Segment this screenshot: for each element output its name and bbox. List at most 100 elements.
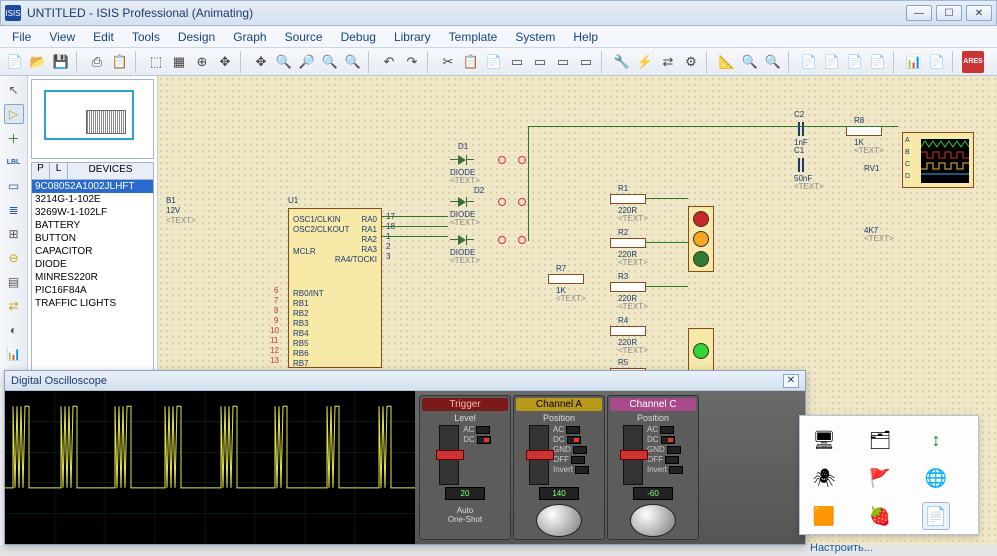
r7-res[interactable] bbox=[548, 274, 584, 284]
chc-ac-switch[interactable] bbox=[660, 426, 674, 434]
r1-res[interactable] bbox=[610, 194, 646, 204]
help2-icon[interactable]: 📄 bbox=[926, 51, 948, 73]
block-move-icon[interactable]: ▭ bbox=[529, 51, 551, 73]
bom-icon[interactable]: 📄 bbox=[798, 51, 820, 73]
switch-node[interactable] bbox=[518, 198, 526, 206]
tape-tool-icon[interactable]: ◐ bbox=[4, 320, 24, 340]
menu-tools[interactable]: Tools bbox=[124, 28, 168, 46]
d3-diode[interactable] bbox=[450, 234, 474, 246]
package-icon[interactable]: ⇄ bbox=[657, 51, 679, 73]
palette-icon-flag[interactable]: 🚩 bbox=[866, 464, 894, 492]
device-item[interactable]: BATTERY bbox=[32, 219, 153, 232]
make-icon[interactable]: ⚡ bbox=[634, 51, 656, 73]
undo-icon[interactable]: ↶ bbox=[378, 51, 400, 73]
decompose-icon[interactable]: ⚙ bbox=[680, 51, 702, 73]
zoom-area-icon[interactable]: 🔍 bbox=[342, 51, 364, 73]
configure-link[interactable]: Настроить... bbox=[800, 540, 978, 556]
ares-icon[interactable]: 📄 bbox=[867, 51, 889, 73]
terminal-tool-icon[interactable]: ⊖ bbox=[4, 248, 24, 268]
minimize-button[interactable]: — bbox=[906, 5, 932, 21]
menu-design[interactable]: Design bbox=[170, 28, 223, 46]
switch-node[interactable] bbox=[498, 156, 506, 164]
block-rotate-icon[interactable]: ▭ bbox=[552, 51, 574, 73]
cut-icon[interactable]: ✂ bbox=[437, 51, 459, 73]
save-file-icon[interactable]: 💾 bbox=[50, 51, 72, 73]
trigger-dc-switch[interactable] bbox=[477, 436, 491, 444]
device-item[interactable]: 3269W-1-102LF bbox=[32, 206, 153, 219]
cha-invert-switch[interactable] bbox=[575, 466, 589, 474]
palette-icon-berry[interactable]: 🍓 bbox=[866, 502, 894, 530]
generator-tool-icon[interactable]: 📊 bbox=[4, 344, 24, 364]
print-icon[interactable]: ⎙ bbox=[86, 51, 108, 73]
palette-icon-doc[interactable]: 📄 bbox=[922, 502, 950, 530]
scope-display[interactable] bbox=[5, 391, 415, 544]
menu-template[interactable]: Template bbox=[441, 28, 506, 46]
switch-node[interactable] bbox=[498, 198, 506, 206]
redo-icon[interactable]: ↷ bbox=[401, 51, 423, 73]
trigger-level-slider[interactable] bbox=[439, 425, 459, 485]
pick-icon[interactable]: 🔧 bbox=[611, 51, 633, 73]
bus-tool-icon[interactable]: ≣ bbox=[4, 200, 24, 220]
u1-chip[interactable]: OSC1/CLKIN OSC2/CLKOUT MCLR RA0 RA1 RA2 … bbox=[288, 208, 382, 368]
zoom-out-icon[interactable]: 🔎 bbox=[296, 51, 318, 73]
chc-knob[interactable] bbox=[630, 504, 676, 537]
palette-icon-orange[interactable]: 🟧 bbox=[810, 502, 838, 530]
text-tool-icon[interactable]: ▭ bbox=[4, 176, 24, 196]
c2-cap[interactable] bbox=[792, 122, 806, 136]
cha-ac-switch[interactable] bbox=[566, 426, 580, 434]
copy-icon[interactable]: 📋 bbox=[109, 51, 131, 73]
chc-invert-switch[interactable] bbox=[669, 466, 683, 474]
paste-icon[interactable]: 📄 bbox=[483, 51, 505, 73]
chc-off-switch[interactable] bbox=[665, 456, 679, 464]
switch-node[interactable] bbox=[498, 236, 506, 244]
switch-node[interactable] bbox=[518, 156, 526, 164]
center-icon[interactable]: ✥ bbox=[250, 51, 272, 73]
cha-position-slider[interactable] bbox=[529, 425, 549, 485]
menu-view[interactable]: View bbox=[41, 28, 83, 46]
device-item[interactable]: DIODE bbox=[32, 258, 153, 271]
device-item[interactable]: 3214G-1-102E bbox=[32, 193, 153, 206]
menu-edit[interactable]: Edit bbox=[85, 28, 122, 46]
grid-icon[interactable]: ▦ bbox=[168, 51, 190, 73]
subcircuit-tool-icon[interactable]: ⊞ bbox=[4, 224, 24, 244]
menu-help[interactable]: Help bbox=[565, 28, 606, 46]
cha-off-switch[interactable] bbox=[571, 456, 585, 464]
menu-debug[interactable]: Debug bbox=[333, 28, 384, 46]
cha-gnd-switch[interactable] bbox=[573, 446, 587, 454]
pin-tool-icon[interactable]: ▤ bbox=[4, 272, 24, 292]
device-item[interactable]: TRAFFIC LIGHTS bbox=[32, 297, 153, 310]
c1-cap[interactable] bbox=[792, 158, 806, 172]
maximize-button[interactable]: ☐ bbox=[936, 5, 962, 21]
palette-icon-monitor[interactable]: 🖥 bbox=[810, 426, 838, 454]
device-item[interactable]: 9C08052A1002JLHFT bbox=[32, 180, 153, 193]
oscilloscope-close-icon[interactable]: ✕ bbox=[783, 374, 799, 388]
area-icon[interactable]: ⬚ bbox=[145, 51, 167, 73]
cha-dc-switch[interactable] bbox=[567, 436, 581, 444]
r8-res[interactable] bbox=[846, 126, 882, 136]
chc-position-slider[interactable] bbox=[623, 425, 643, 485]
erc-icon[interactable]: 📄 bbox=[821, 51, 843, 73]
component-tool-icon[interactable]: ▷ bbox=[4, 104, 24, 124]
label-tool-icon[interactable]: LBL bbox=[4, 152, 24, 172]
r2-res[interactable] bbox=[610, 238, 646, 248]
d1-diode[interactable] bbox=[450, 154, 474, 166]
pick-devices-button[interactable]: P bbox=[32, 163, 50, 179]
zoom-in-icon[interactable]: 🔍 bbox=[273, 51, 295, 73]
junction-tool-icon[interactable]: ＋ bbox=[4, 128, 24, 148]
switch-node[interactable] bbox=[518, 236, 526, 244]
block-copy-icon[interactable]: ▭ bbox=[506, 51, 528, 73]
overview-pane[interactable] bbox=[31, 79, 154, 159]
palette-icon-updown[interactable]: ↕ bbox=[922, 426, 950, 454]
library-button[interactable]: L bbox=[50, 163, 68, 179]
palette-icon-globe[interactable]: 🌐 bbox=[922, 464, 950, 492]
graph-tool-icon[interactable]: ⇄ bbox=[4, 296, 24, 316]
menu-file[interactable]: File bbox=[4, 28, 39, 46]
device-item[interactable]: MINRES220R bbox=[32, 271, 153, 284]
search-icon[interactable]: 🔍 bbox=[739, 51, 761, 73]
ares-launch-icon[interactable]: ARES bbox=[962, 51, 984, 73]
scope-instrument[interactable]: A B C D bbox=[902, 132, 974, 188]
r3-res[interactable] bbox=[610, 282, 646, 292]
copy2-icon[interactable]: 📋 bbox=[460, 51, 482, 73]
open-file-icon[interactable]: 📂 bbox=[27, 51, 49, 73]
netlist-icon[interactable]: 📄 bbox=[844, 51, 866, 73]
